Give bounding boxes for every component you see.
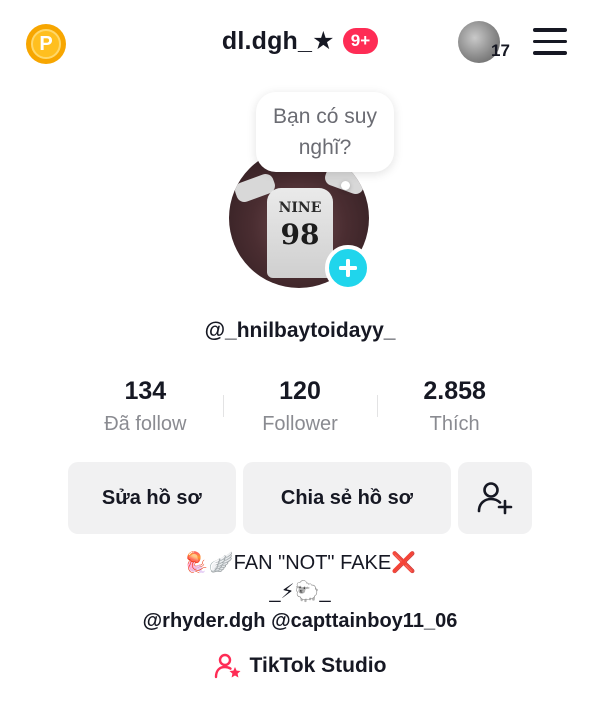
stat-divider xyxy=(377,395,379,417)
profile-actions: Sửa hồ sơ Chia sẻ hồ sơ xyxy=(68,462,532,534)
stat-likes-label: Thích xyxy=(429,413,480,435)
studio-person-star-icon xyxy=(214,653,241,679)
thought-bubble-tail xyxy=(341,181,350,190)
edit-profile-button[interactable]: Sửa hồ sơ xyxy=(68,462,236,534)
stat-likes[interactable]: 2.858 Thích xyxy=(377,375,532,445)
stat-followers-value: 120 xyxy=(279,377,321,405)
stat-divider xyxy=(222,395,224,417)
account-switcher[interactable]: dl.dgh_★ 9+ xyxy=(0,26,600,56)
stat-likes-value: 2.858 xyxy=(423,377,486,405)
profile-handle: @_hnilbaytoidayy_ xyxy=(204,319,396,342)
add-user-icon xyxy=(477,482,513,515)
stat-followers-label: Follower xyxy=(262,413,338,435)
stat-following-label: Đã follow xyxy=(104,413,187,435)
bio-line-1: 🪼🪽FAN "NOT" FAKE❌ xyxy=(183,552,417,574)
avatar-shirt: NINE 98 xyxy=(267,188,333,278)
stat-following-value: 134 xyxy=(124,377,167,405)
profile-stats: 134 Đã follow 120 Follower 2.858 Thích xyxy=(68,375,532,445)
share-profile-button[interactable]: Chia sẻ hồ sơ xyxy=(242,462,452,534)
avatar-shirt-number: 98 xyxy=(280,218,320,251)
bio-line-2: _⚡🐑_ xyxy=(269,581,331,603)
thought-bubble-text: Bạn có suy nghĩ? xyxy=(273,105,377,159)
studio-label: TikTok Studio xyxy=(249,654,387,677)
add-friend-button[interactable] xyxy=(458,462,532,534)
tiktok-studio-link[interactable]: TikTok Studio xyxy=(0,652,600,685)
add-story-plus-icon[interactable] xyxy=(325,245,371,291)
profile-bio: 🪼🪽FAN "NOT" FAKE❌ _⚡🐑_ @rhyder.dgh @capt… xyxy=(0,548,600,636)
stat-following[interactable]: 134 Đã follow xyxy=(68,375,223,445)
avatar-shirt-text: NINE xyxy=(278,200,322,216)
notification-badge: 9+ xyxy=(342,28,379,54)
stat-followers[interactable]: 120 Follower xyxy=(222,375,378,445)
hamburger-menu-icon[interactable] xyxy=(533,28,567,56)
thought-bubble[interactable]: Bạn có suy nghĩ? xyxy=(256,92,394,172)
bio-mentions[interactable]: @rhyder.dgh @capttainboy11_06 xyxy=(0,606,600,636)
username-title[interactable]: dl.dgh_★ xyxy=(222,26,335,56)
story-count: 17 xyxy=(491,41,510,60)
top-bar: P dl.dgh_★ 9+ 17 xyxy=(0,0,600,86)
